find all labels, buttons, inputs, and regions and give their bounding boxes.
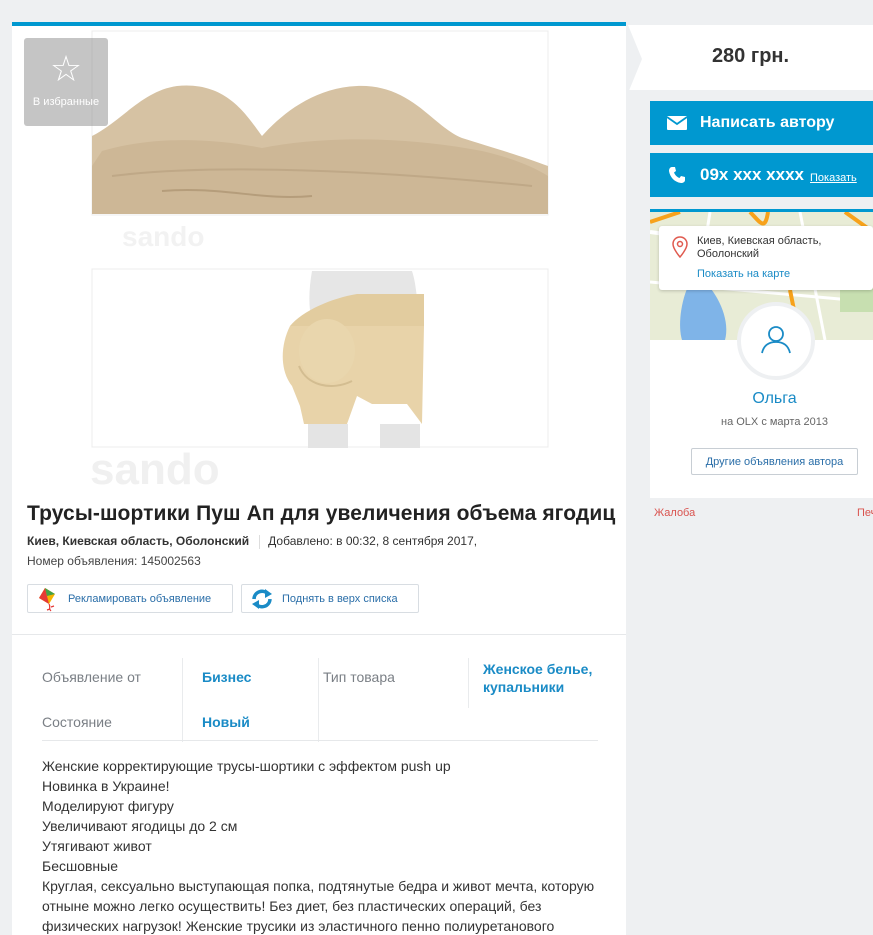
raise-to-top-button[interactable]: Поднять в верх списка bbox=[241, 584, 419, 613]
listing-title: Трусы-шортики Пуш Ап для увеличения объе… bbox=[27, 502, 616, 525]
print-link[interactable]: Печ bbox=[857, 507, 873, 519]
meta-divider bbox=[259, 534, 261, 549]
section-divider bbox=[12, 634, 626, 635]
attr-divider bbox=[468, 658, 469, 708]
price-box: 280 грн. bbox=[628, 22, 873, 93]
favorites-label: В избранные bbox=[32, 96, 100, 108]
show-on-map-link[interactable]: Показать на карте bbox=[697, 268, 790, 280]
location-address: Киев, Киевская область, Оболонский bbox=[697, 235, 867, 261]
raise-label: Поднять в верх списка bbox=[282, 592, 398, 605]
watermark-lower: sando bbox=[90, 445, 220, 494]
other-ads-button[interactable]: Другие объявления автора bbox=[691, 448, 858, 475]
write-author-button[interactable]: Написать автору bbox=[650, 101, 873, 145]
complaint-link[interactable]: Жалоба bbox=[654, 507, 695, 519]
attr-label-offered-by: Объявление от bbox=[42, 669, 141, 685]
location-address-line2: Оболонский bbox=[697, 248, 760, 260]
watermark-upper: sando bbox=[122, 221, 204, 252]
price-value: 280 грн. bbox=[711, 45, 790, 67]
user-icon bbox=[759, 322, 793, 361]
attr-value-offered-by[interactable]: Бизнес bbox=[202, 669, 251, 685]
attr-value-product-type[interactable]: Женское белье, купальники bbox=[483, 660, 592, 696]
seller-since: на OLX с марта 2013 bbox=[721, 416, 828, 428]
advertise-button[interactable]: Рекламировать объявление bbox=[27, 584, 233, 613]
attr-value-condition[interactable]: Новый bbox=[202, 714, 250, 730]
attr-divider bbox=[182, 658, 183, 742]
listing-location[interactable]: Киев, Киевская область, Оболонский bbox=[27, 534, 249, 548]
description-line: Новинка в Украине! bbox=[42, 778, 170, 794]
envelope-icon bbox=[666, 116, 688, 130]
description-line: отныне можно легко осуществить! Без диет… bbox=[42, 898, 542, 914]
seller-card: Киев, Киевская область, Оболонский Показ… bbox=[650, 209, 873, 498]
kite-icon bbox=[34, 585, 62, 613]
add-to-favorites-button[interactable]: ☆ В избранные bbox=[24, 38, 108, 126]
star-outline-icon: ☆ bbox=[49, 49, 83, 90]
description-line: Круглая, сексуально выступающая попка, п… bbox=[42, 878, 595, 894]
write-author-label: Написать автору bbox=[700, 114, 835, 131]
attr-label-condition: Состояние bbox=[42, 714, 112, 730]
description-line: Утягивают живот bbox=[42, 838, 152, 854]
attr-divider bbox=[318, 658, 319, 742]
show-phone-link[interactable]: Показать bbox=[810, 172, 857, 184]
phone-icon bbox=[666, 166, 688, 184]
advertise-label: Рекламировать объявление bbox=[68, 592, 212, 605]
description-line: Увеличивают ягодицы до 2 см bbox=[42, 818, 238, 834]
top-bar bbox=[0, 0, 873, 22]
location-pin-icon bbox=[672, 236, 688, 263]
phone-button[interactable]: 09x xxx xxxx Показать bbox=[650, 153, 873, 197]
location-address-line1: Киев, Киевская область, bbox=[697, 235, 822, 247]
phone-number: 09x xxx xxxx bbox=[700, 165, 804, 184]
description-line: Бесшовные bbox=[42, 858, 119, 874]
refresh-arrows-icon bbox=[248, 585, 276, 613]
seller-avatar[interactable] bbox=[737, 302, 815, 380]
attrs-bottom-divider bbox=[42, 740, 598, 741]
description-line: Моделируют фигуру bbox=[42, 798, 174, 814]
attr-value-product-type-line1: Женское белье, bbox=[483, 661, 593, 677]
attr-value-product-type-line2: купальники bbox=[483, 679, 565, 695]
listing-added-date: Добавлено: в 00:32, 8 сентября 2017, bbox=[268, 534, 478, 548]
seller-name[interactable]: Ольга bbox=[650, 390, 873, 408]
listing-ad-number: Номер объявления: 145002563 bbox=[27, 554, 201, 568]
attr-label-product-type: Тип товара bbox=[323, 669, 395, 685]
listing-meta: Киев, Киевская область, Оболонский Добавл… bbox=[27, 534, 477, 549]
location-popup: Киев, Киевская область, Оболонский Показ… bbox=[659, 226, 873, 290]
description-line: физических нагрузок! Женские трусики из … bbox=[42, 918, 555, 934]
listing-card: sando sando ☆ В избранные Трусы-шортики … bbox=[12, 22, 626, 935]
description-line: Женские корректирующие трусы-шортики с э… bbox=[42, 758, 451, 774]
listing-description: Женские корректирующие трусы-шортики с э… bbox=[42, 756, 602, 935]
